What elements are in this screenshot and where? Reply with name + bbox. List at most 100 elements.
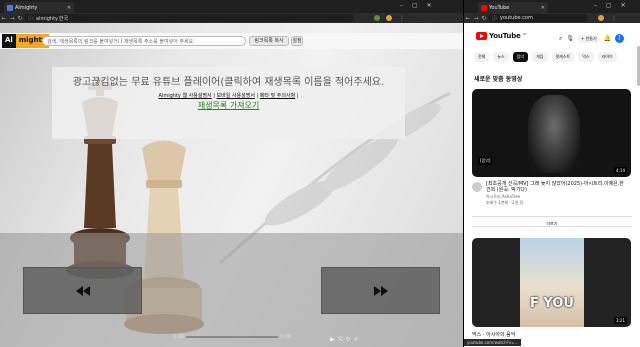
menu-icon[interactable]: ⋮ (398, 15, 406, 22)
region-code: KR (522, 32, 527, 36)
share-icon[interactable]: ⇗ (353, 336, 358, 344)
rewind-icon (75, 285, 90, 296)
close-tab-icon[interactable]: ✕ (541, 5, 545, 11)
category-chips: 전체 뉴스 음악 게임 팟캐스트 믹스 라이브 (474, 52, 617, 62)
search-input[interactable]: 검색, 재생목록의 링크를 붙여넣거나 재생목록 주소를 붙여넣어 주세요. (42, 36, 246, 46)
current-time: 0:00 (173, 334, 185, 340)
profile-icon[interactable] (598, 15, 604, 21)
next-button[interactable] (321, 267, 440, 314)
video-title[interactable]: [최초공개 신곡/MV] 그래 늦지 않았어(2025)-아시트리,이예은,한건… (486, 181, 626, 193)
section-title: 새로운 맞춤 동영상 (474, 76, 523, 83)
youtube-header-actions: ⌕ 🎙 + 만들기 🔔 J (559, 34, 625, 43)
play-icon[interactable]: ▶ (330, 336, 335, 344)
youtube-browser-window: YouTube ✕ – ▢ ✕ ← → ↻ ⓘ youtube.com ⋮ Yo… (463, 0, 640, 347)
video-stats: 조회수 1천회 · 2일 전 (486, 200, 524, 205)
create-label: 만들기 (585, 35, 597, 41)
fetch-playlist-link[interactable]: 재생목록 가져오기 (52, 100, 405, 111)
repeat-icon[interactable]: ↻ (345, 336, 350, 344)
address-bar-row: ← → ↻ ⓘ almighty.한국 ⋮ (0, 13, 463, 23)
show-more-button[interactable]: 더보기 ⌄ (472, 216, 632, 227)
window-controls: – ▢ ✕ (594, 2, 626, 9)
total-time: 0:00 (280, 334, 292, 340)
player-small-controls: ▶ ⤭ ↻ ⇗ (330, 336, 359, 344)
copy-link-list-button[interactable]: 링크목록 복사 (249, 36, 289, 46)
chip-news[interactable]: 뉴스 (493, 52, 509, 62)
profile-icon[interactable] (386, 15, 392, 21)
youtube-logo[interactable]: YouTube KR (476, 32, 527, 40)
notifications-icon[interactable]: 🔔 (604, 35, 611, 42)
address-text: youtube.com (500, 15, 533, 21)
notes-link[interactable]: 메타 및 주의사항 (260, 93, 295, 99)
channel-avatar[interactable] (472, 182, 482, 192)
forward-icon[interactable]: → (8, 15, 16, 22)
youtube-wordmark: YouTube (489, 32, 521, 40)
show-more-label: 더보기 ⌄ (546, 219, 558, 226)
mobile-guide-link[interactable]: 모바일 사용설명서 (217, 93, 255, 99)
close-window-icon[interactable]: ✕ (427, 2, 432, 9)
music-badge: [음악] (478, 157, 493, 165)
channel-name[interactable]: 아시트리 AshaTree (486, 194, 626, 199)
youtube-favicon-icon (481, 4, 487, 11)
video-thumbnail-2[interactable]: F YOU 3:21 (472, 238, 631, 327)
chip-podcasts[interactable]: 팟캐스트 (551, 52, 575, 62)
tab-youtube[interactable]: YouTube ✕ (478, 2, 548, 13)
chip-games[interactable]: 게임 (532, 52, 548, 62)
tab-almighty[interactable]: Almighty ✕ (4, 2, 74, 13)
chip-music[interactable]: 음악 (512, 52, 529, 62)
youtube-play-icon (476, 32, 487, 40)
site-info-icon[interactable]: ⓘ (492, 15, 497, 22)
video-title[interactable]: 믹스 - 아시아의 음악 (472, 331, 515, 338)
address-bar[interactable]: ⓘ youtube.com (488, 14, 588, 22)
account-avatar[interactable]: J (615, 34, 625, 43)
close-window-icon[interactable]: ✕ (621, 2, 626, 9)
settings-button[interactable]: 설정 (291, 36, 303, 46)
reload-icon[interactable]: ↻ (16, 15, 24, 22)
help-links: Almighty 웹 사용설명서 | 모바일 사용설명서 | 메타 및 주의사항… (158, 93, 299, 99)
close-tab-icon[interactable]: ✕ (67, 5, 71, 11)
extension-icon[interactable] (374, 15, 380, 21)
notice-panel: 광고끊김없는 무료 유튜브 플레이어(클릭하여 재생목록 이름을 적어주세요. … (52, 67, 405, 139)
chip-mix[interactable]: 믹스 (578, 52, 594, 62)
notice-heading[interactable]: 광고끊김없는 무료 유튜브 플레이어(클릭하여 재생목록 이름을 적어주세요. (52, 73, 405, 88)
minimize-icon[interactable]: – (594, 2, 597, 9)
almighty-page: Al mighty 검색, 재생목록의 링크를 붙여넣거나 재생목록 주소를 붙… (0, 23, 463, 347)
minimize-icon[interactable]: – (400, 2, 403, 9)
back-icon[interactable]: ← (0, 15, 8, 22)
tab-title: Almighty (15, 4, 38, 11)
window-controls: – ▢ ✕ (400, 2, 432, 9)
maximize-icon[interactable]: ▢ (412, 2, 418, 9)
previous-button[interactable] (23, 267, 142, 314)
reload-icon[interactable]: ↻ (480, 15, 488, 22)
seek-bar[interactable] (186, 336, 278, 338)
duration-badge: 3:21 (614, 317, 627, 324)
tab-title: YouTube (489, 4, 510, 11)
address-bar-row: ← → ↻ ⓘ youtube.com ⋮ (464, 13, 640, 23)
almighty-browser-window: Almighty ✕ – ▢ ✕ ← → ↻ ⓘ almighty.한국 ⋮ A… (0, 0, 463, 347)
web-guide-link[interactable]: Almighty 웹 사용설명서 (159, 93, 212, 99)
tab-bar: Almighty ✕ – ▢ ✕ (0, 0, 463, 13)
logo-part-al: Al (2, 34, 16, 48)
singer-portrait (528, 95, 580, 173)
shuffle-icon[interactable]: ⤭ (338, 336, 343, 344)
status-url: youtube.com/watch?v=... (464, 339, 522, 346)
address-text: almighty.한국 (36, 15, 69, 22)
site-info-icon[interactable]: ⓘ (28, 15, 33, 22)
duration-badge: 4:14 (614, 167, 627, 174)
back-icon[interactable]: ← (464, 15, 472, 22)
search-icon[interactable]: ⌕ (559, 35, 562, 43)
desktop: Almighty ✕ – ▢ ✕ ← → ↻ ⓘ almighty.한국 ⋮ A… (0, 0, 640, 347)
chip-live[interactable]: 라이브 (597, 52, 617, 62)
address-bar[interactable]: ⓘ almighty.한국 (24, 14, 354, 22)
menu-icon[interactable]: ⋮ (610, 15, 618, 22)
maximize-icon[interactable]: ▢ (606, 2, 612, 9)
mix-thumbnail-scene (520, 238, 584, 327)
forward-icon[interactable]: → (472, 15, 480, 22)
chip-all[interactable]: 전체 (474, 52, 490, 62)
tab-bar: YouTube ✕ – ▢ ✕ (464, 0, 640, 13)
almighty-favicon-icon (7, 4, 13, 11)
thumbnail-overlay-text: F YOU (530, 296, 574, 311)
create-button[interactable]: + 만들기 (578, 34, 600, 43)
fast-forward-icon (373, 285, 388, 296)
microphone-icon[interactable]: 🎙 (566, 35, 574, 42)
video-thumbnail-1[interactable]: [음악] 4:14 (472, 89, 631, 177)
